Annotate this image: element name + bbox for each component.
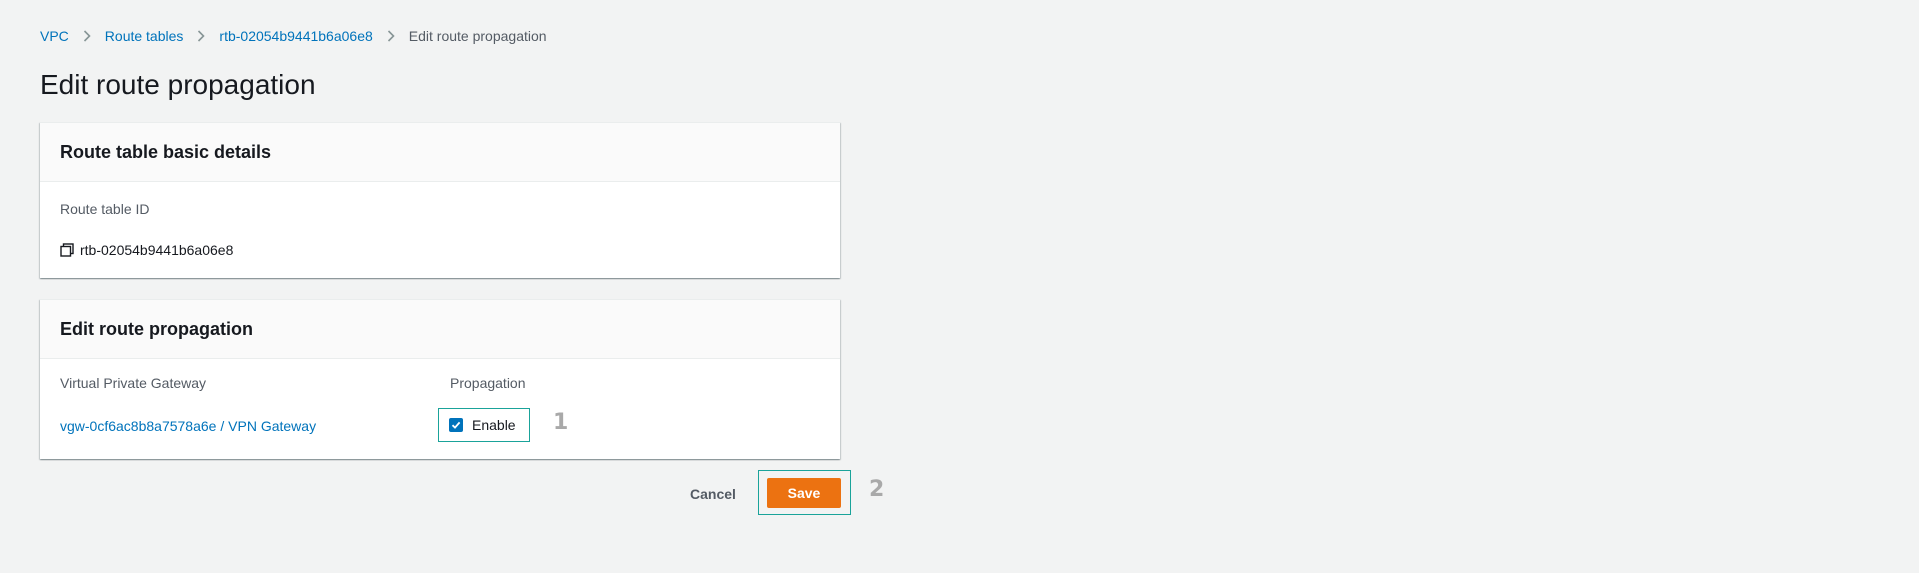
breadcrumb-route-table-id[interactable]: rtb-02054b9441b6a06e8 (219, 28, 372, 44)
save-button[interactable]: Save (767, 478, 841, 508)
column-header-gateway: Virtual Private Gateway (60, 375, 207, 391)
annotation-step-1: 1 (553, 410, 569, 435)
cancel-button[interactable]: Cancel (680, 482, 746, 506)
enable-label: Enable (472, 417, 516, 433)
gateway-name[interactable]: VPN Gateway (228, 418, 316, 434)
chevron-right-icon (387, 30, 395, 42)
checkbox-checked-icon[interactable] (449, 418, 463, 432)
page-title: Edit route propagation (40, 69, 316, 100)
route-table-details-panel: Route table basic details Route table ID… (40, 122, 840, 278)
gateway-separator: / (220, 418, 225, 434)
panel-title: Edit route propagation (60, 318, 253, 339)
chevron-right-icon (197, 30, 206, 42)
route-table-id-label: Route table ID (60, 201, 150, 217)
breadcrumb-route-tables[interactable]: Route tables (105, 28, 184, 44)
breadcrumb-current: Edit route propagation (408, 28, 547, 44)
annotation-step-2: 2 (869, 477, 885, 502)
breadcrumb-vpc[interactable]: VPC (40, 28, 69, 44)
column-header-propagation: Propagation (450, 375, 526, 391)
panel-title: Route table basic details (60, 141, 272, 162)
route-table-id-text: rtb-02054b9441b6a06e8 (80, 242, 234, 258)
route-propagation-panel: Edit route propagation Virtual Private G… (40, 299, 840, 459)
chevron-right-icon (83, 30, 91, 42)
panel-header: Edit route propagation (40, 300, 840, 359)
gateway-id[interactable]: vgw-0cf6ac8b8a7578a6e (60, 418, 216, 434)
route-table-id-value: rtb-02054b9441b6a06e8 (60, 242, 233, 258)
panel-header: Route table basic details (40, 123, 840, 182)
gateway-link[interactable]: vgw-0cf6ac8b8a7578a6e / VPN Gateway (60, 418, 316, 434)
copy-icon[interactable] (60, 243, 74, 257)
enable-propagation-checkbox[interactable]: Enable (438, 408, 530, 442)
breadcrumb: VPC Route tables rtb-02054b9441b6a06e8 E… (40, 26, 547, 46)
